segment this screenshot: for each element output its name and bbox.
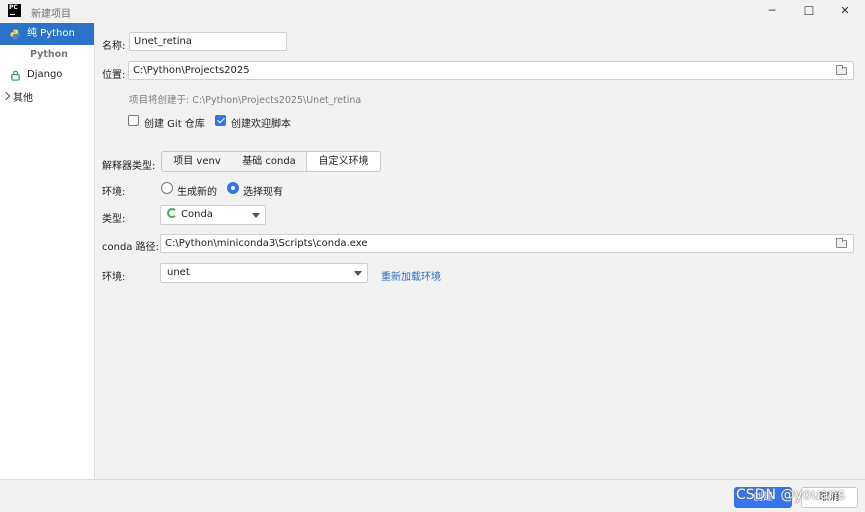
python-icon bbox=[10, 29, 21, 40]
maximize-button[interactable]: ☐ bbox=[789, 0, 829, 22]
csdn-watermark: CSDN @youans bbox=[736, 487, 845, 503]
title-bar: PC 新建项目 ─ ☐ ✕ bbox=[0, 0, 865, 22]
chevron-down-icon bbox=[252, 213, 260, 218]
create-welcome-label: 创建欢迎脚本 bbox=[231, 119, 291, 130]
conda-icon bbox=[167, 208, 177, 218]
sidebar-item-label: 其他 bbox=[13, 93, 33, 104]
reload-environments-link[interactable]: 重新加载环境 bbox=[381, 268, 441, 283]
env-value: unet bbox=[167, 267, 190, 278]
tab-project-venv[interactable]: 项目 venv bbox=[162, 152, 232, 171]
location-hint: 项目将创建于: C:\Python\Projects2025\Unet_reti… bbox=[129, 95, 362, 106]
type-value: Conda bbox=[181, 209, 213, 220]
sidebar-item-other[interactable]: 其他 bbox=[0, 88, 94, 110]
type-label: 类型: bbox=[102, 214, 126, 225]
sidebar-item-label: Django bbox=[27, 69, 63, 80]
sidebar-item-label: 纯 Python bbox=[27, 28, 75, 39]
minimize-button[interactable]: ─ bbox=[752, 0, 792, 22]
create-git-checkbox[interactable] bbox=[128, 115, 139, 126]
pycharm-logo-icon: PC bbox=[8, 4, 21, 17]
generate-new-radio[interactable] bbox=[161, 182, 173, 194]
interpreter-type-label: 解释器类型: bbox=[102, 161, 156, 172]
generate-new-label: 生成新的 bbox=[177, 187, 217, 198]
type-dropdown[interactable]: Conda bbox=[160, 205, 266, 225]
create-git-label: 创建 Git 仓库 bbox=[144, 119, 205, 130]
close-button[interactable]: ✕ bbox=[825, 0, 865, 22]
tab-base-conda[interactable]: 基础 conda bbox=[232, 152, 306, 171]
sidebar-item-pure-python[interactable]: 纯 Python bbox=[0, 23, 94, 45]
conda-path-label: conda 路径: bbox=[102, 242, 159, 253]
project-name-input[interactable]: Unet_retina bbox=[129, 32, 287, 51]
sidebar-group-label: Python bbox=[30, 49, 68, 60]
django-lock-icon bbox=[11, 70, 20, 81]
location-value: C:\Python\Projects2025 bbox=[133, 65, 250, 76]
conda-path-input[interactable]: C:\Python\miniconda3\Scripts\conda.exe bbox=[160, 234, 854, 253]
tab-custom-env[interactable]: 自定义环境 bbox=[306, 151, 381, 172]
window-title: 新建项目 bbox=[31, 9, 71, 20]
location-label: 位置: bbox=[102, 70, 126, 81]
select-existing-label: 选择现有 bbox=[243, 187, 283, 198]
name-label: 名称: bbox=[102, 41, 126, 52]
chevron-right-icon bbox=[1, 91, 11, 101]
project-type-sidebar: 纯 Python Python Django 其他 bbox=[0, 22, 95, 479]
sidebar-item-django[interactable]: Django bbox=[0, 64, 94, 86]
env-dropdown[interactable]: unet bbox=[160, 263, 368, 283]
chevron-down-icon bbox=[354, 271, 362, 276]
env-label: 环境: bbox=[102, 272, 126, 283]
interpreter-type-tabs: 项目 venv 基础 conda 自定义环境 bbox=[161, 151, 381, 172]
folder-icon[interactable] bbox=[836, 238, 847, 248]
logo-text: PC bbox=[9, 4, 18, 11]
environment-label: 环境: bbox=[102, 187, 126, 198]
location-input[interactable]: C:\Python\Projects2025 bbox=[128, 61, 854, 80]
folder-icon[interactable] bbox=[836, 65, 847, 75]
conda-path-value: C:\Python\miniconda3\Scripts\conda.exe bbox=[165, 238, 368, 249]
create-welcome-checkbox[interactable] bbox=[215, 115, 226, 126]
select-existing-radio[interactable] bbox=[227, 182, 239, 194]
